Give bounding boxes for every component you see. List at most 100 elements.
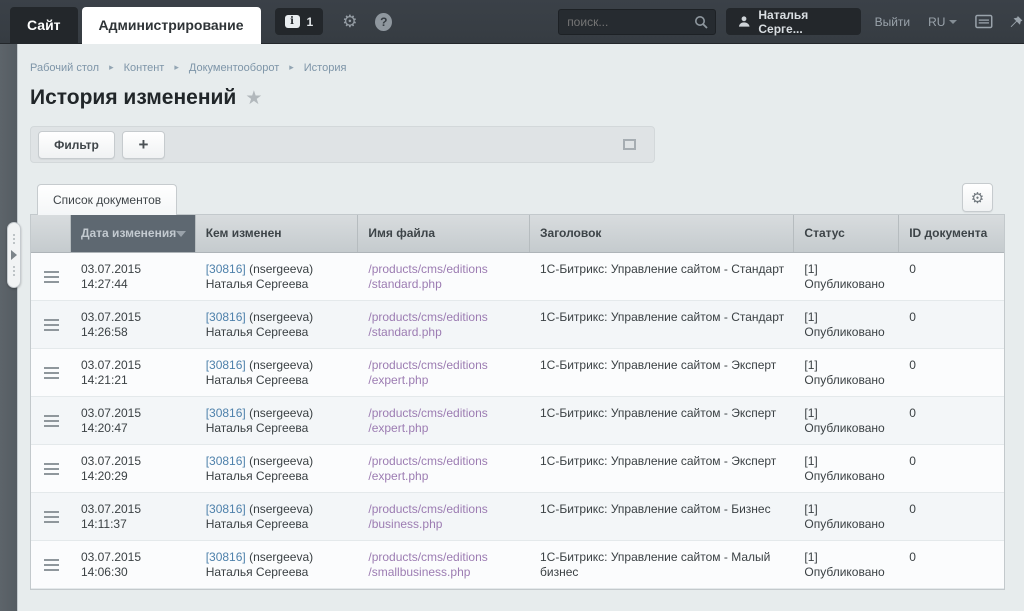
notifications-button[interactable]: i 1 [275, 8, 324, 35]
row-menu-icon[interactable] [44, 463, 59, 475]
user-login: (nsergeeva) [246, 262, 313, 276]
doc-id: 0 [899, 397, 1004, 444]
row-time: 14:20:29 [81, 469, 186, 484]
topbar-search [558, 9, 716, 35]
menu-expand-handle[interactable] [7, 222, 21, 288]
tab-document-list[interactable]: Список документов [37, 184, 177, 215]
doc-status: [1] Опубликовано [794, 493, 899, 540]
doc-id: 0 [899, 301, 1004, 348]
row-time: 14:11:37 [81, 517, 186, 532]
file-link[interactable]: /products/cms/editions /business.php [368, 502, 520, 532]
pin-icon[interactable] [1009, 14, 1024, 30]
star-icon[interactable]: ★ [245, 87, 262, 109]
doc-status: [1] Опубликовано [794, 349, 899, 396]
doc-status: [1] Опубликовано [794, 253, 899, 300]
row-date: 03.07.2015 [81, 406, 186, 421]
person-icon [738, 15, 750, 28]
help-icon[interactable]: ? [375, 13, 392, 31]
row-time: 14:06:30 [81, 565, 186, 580]
file-link[interactable]: /products/cms/editions /expert.php [368, 406, 520, 436]
header-handle-column [31, 215, 71, 252]
row-menu-icon[interactable] [44, 367, 59, 379]
table-row: 03.07.2015 14:27:44 [30816] (nsergeeva) … [31, 253, 1004, 301]
user-id-link[interactable]: [30816] [206, 358, 246, 372]
user-login: (nsergeeva) [246, 502, 313, 516]
filter-button[interactable]: Фильтр [38, 131, 115, 159]
breadcrumb-item-content[interactable]: Контент [124, 62, 165, 74]
breadcrumb-arrow-icon: ▸ [289, 63, 294, 73]
header-doc-id[interactable]: ID документа [899, 215, 1004, 252]
user-menu-button[interactable]: Наталья Серге... [726, 8, 860, 35]
file-link[interactable]: /products/cms/editions /standard.php [368, 310, 520, 340]
row-date: 03.07.2015 [81, 262, 186, 277]
topbar: Сайт Администрирование i 1 ⚙ ? Наталья С… [0, 0, 1024, 44]
user-id-link[interactable]: [30816] [206, 550, 246, 564]
breadcrumb-item-workflow[interactable]: Документооборот [189, 62, 279, 74]
table-body: 03.07.2015 14:27:44 [30816] (nsergeeva) … [31, 253, 1004, 589]
header-date-sorted[interactable]: Дата изменения [71, 215, 196, 252]
row-user-name: Наталья Сергеева [206, 325, 349, 340]
file-link[interactable]: /products/cms/editions /smallbusiness.ph… [368, 550, 520, 580]
doc-id: 0 [899, 445, 1004, 492]
row-user-name: Наталья Сергеева [206, 565, 349, 580]
filter-settings-icon[interactable] [623, 139, 636, 150]
user-id-link[interactable]: [30816] [206, 502, 246, 516]
user-id-link[interactable]: [30816] [206, 454, 246, 468]
breadcrumb-item-desktop[interactable]: Рабочий стол [30, 62, 99, 74]
row-menu-icon[interactable] [44, 511, 59, 523]
header-modified-by[interactable]: Кем изменен [196, 215, 359, 252]
header-title[interactable]: Заголовок [530, 215, 794, 252]
user-id-link[interactable]: [30816] [206, 262, 246, 276]
user-login: (nsergeeva) [246, 310, 313, 324]
language-label: RU [928, 15, 945, 29]
search-input[interactable] [559, 15, 699, 29]
user-login: (nsergeeva) [246, 358, 313, 372]
doc-title: 1С-Битрикс: Управление сайтом - Стандарт [530, 253, 794, 300]
grid-settings-button[interactable]: ⚙ [962, 183, 993, 212]
row-user-name: Наталья Сергеева [206, 421, 349, 436]
search-icon[interactable] [694, 15, 708, 29]
breadcrumb-item-history[interactable]: История [304, 62, 347, 74]
row-menu-icon[interactable] [44, 271, 59, 283]
language-selector[interactable]: RU [928, 15, 957, 29]
row-time: 14:21:21 [81, 373, 186, 388]
gear-icon[interactable]: ⚙ [342, 12, 357, 32]
sort-desc-icon [176, 231, 186, 237]
tab-administration[interactable]: Администрирование [82, 7, 261, 44]
logout-link[interactable]: Выйти [875, 15, 911, 29]
doc-title: 1С-Битрикс: Управление сайтом - Стандарт [530, 301, 794, 348]
chevron-down-icon [949, 20, 957, 24]
table-row: 03.07.2015 14:11:37 [30816] (nsergeeva) … [31, 493, 1004, 541]
window-icon[interactable] [975, 14, 993, 29]
row-menu-icon[interactable] [44, 319, 59, 331]
user-id-link[interactable]: [30816] [206, 310, 246, 324]
add-filter-button[interactable]: + [122, 131, 165, 159]
table-row: 03.07.2015 14:20:29 [30816] (nsergeeva) … [31, 445, 1004, 493]
row-user-name: Наталья Сергеева [206, 469, 349, 484]
row-user-name: Наталья Сергеева [206, 373, 349, 388]
doc-status: [1] Опубликовано [794, 397, 899, 444]
header-status[interactable]: Статус [794, 215, 899, 252]
user-login: (nsergeeva) [246, 406, 313, 420]
page-title: История изменений [30, 86, 236, 110]
breadcrumb: Рабочий стол ▸ Контент ▸ Документооборот… [30, 62, 1005, 74]
user-login: (nsergeeva) [246, 550, 313, 564]
row-menu-icon[interactable] [44, 559, 59, 571]
user-id-link[interactable]: [30816] [206, 406, 246, 420]
user-login: (nsergeeva) [246, 454, 313, 468]
row-menu-icon[interactable] [44, 415, 59, 427]
doc-title: 1С-Битрикс: Управление сайтом - Эксперт [530, 349, 794, 396]
table-row: 03.07.2015 14:21:21 [30816] (nsergeeva) … [31, 349, 1004, 397]
file-link[interactable]: /products/cms/editions /standard.php [368, 262, 520, 292]
notification-book-icon: i [285, 15, 300, 28]
admin-page: Сайт Администрирование i 1 ⚙ ? Наталья С… [0, 0, 1024, 611]
file-link[interactable]: /products/cms/editions /expert.php [368, 358, 520, 388]
row-date: 03.07.2015 [81, 310, 186, 325]
tab-site[interactable]: Сайт [10, 7, 78, 44]
file-link[interactable]: /products/cms/editions /expert.php [368, 454, 520, 484]
filter-panel: Фильтр + [30, 126, 655, 163]
header-filename[interactable]: Имя файла [358, 215, 530, 252]
row-date: 03.07.2015 [81, 358, 186, 373]
row-user-name: Наталья Сергеева [206, 277, 349, 292]
doc-id: 0 [899, 253, 1004, 300]
